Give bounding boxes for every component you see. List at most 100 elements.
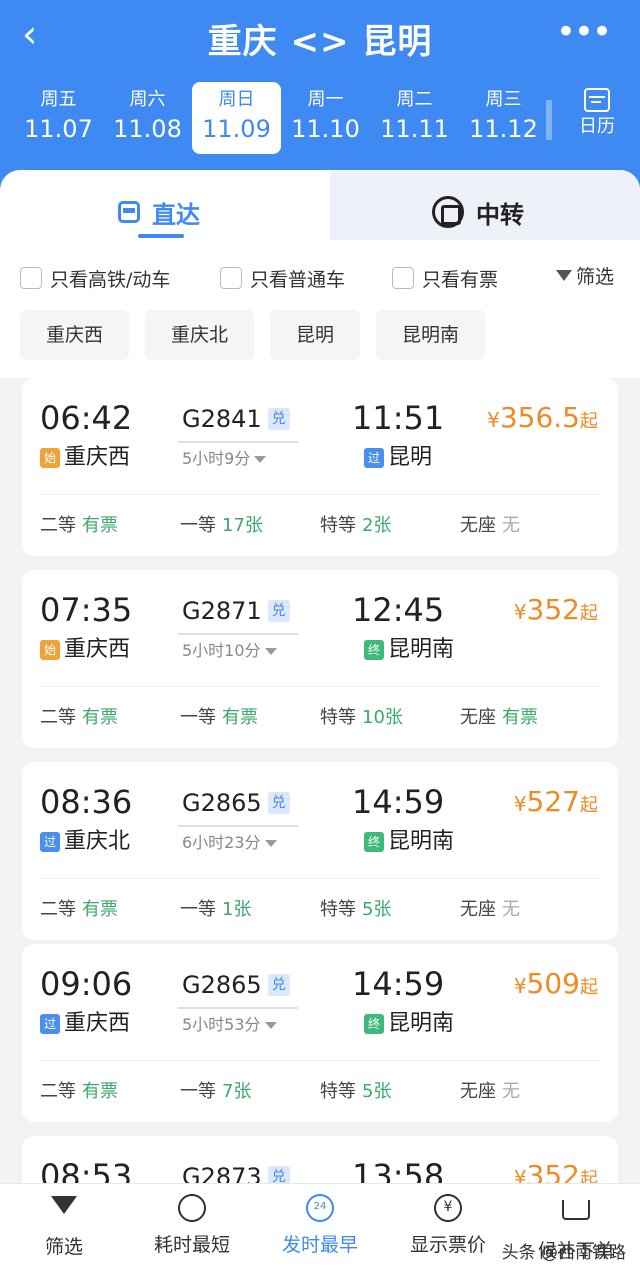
seat-class: 无座无 bbox=[460, 1078, 600, 1106]
price: ¥352起 bbox=[514, 1158, 598, 1183]
seat-class: 特等 10张 bbox=[320, 704, 460, 732]
seat-label: 一等 bbox=[180, 515, 216, 536]
nav-shortest[interactable]: 耗时最短 bbox=[128, 1184, 256, 1273]
duration[interactable]: 6小时23分 bbox=[182, 832, 277, 854]
seat-label: 一等 bbox=[180, 899, 216, 920]
train-number: G2865 兑 bbox=[182, 968, 290, 1002]
watermark: 头条 @西南铁路 bbox=[501, 1243, 626, 1263]
duration-line bbox=[178, 825, 298, 827]
seat-class: 二等 有票 bbox=[40, 704, 180, 732]
train-card[interactable]: 08:36 G2865 兑 6小时23分 14:59 过 重庆北 终 昆明南 ¥… bbox=[22, 762, 618, 940]
funnel-icon bbox=[49, 1196, 79, 1226]
arrival-station: 终 昆明南 bbox=[364, 1008, 454, 1040]
seat-status: 无 bbox=[502, 515, 520, 536]
station-chip[interactable]: 重庆西 bbox=[20, 310, 130, 360]
seat-status: 5张 bbox=[362, 1081, 392, 1102]
price: ¥356.5起 bbox=[487, 400, 598, 440]
filter-button[interactable]: 筛选 bbox=[555, 262, 614, 289]
seat-label: 二等 bbox=[40, 707, 76, 728]
filter-available[interactable]: 只看有票 bbox=[392, 265, 498, 292]
calendar-label: 日历 bbox=[579, 116, 615, 137]
station-chip[interactable]: 重庆北 bbox=[145, 310, 255, 360]
tab-transfer-label: 中转 bbox=[476, 200, 524, 229]
nav-label: 显示票价 bbox=[409, 1234, 486, 1256]
redeem-badge: 兑 bbox=[267, 792, 290, 814]
redeem-badge: 兑 bbox=[267, 1166, 290, 1183]
date-item[interactable]: 周六 11.08 bbox=[103, 82, 192, 154]
station-name: 重庆西 bbox=[64, 637, 131, 662]
date-weekday: 周五 bbox=[40, 89, 77, 110]
date-value: 11.07 bbox=[24, 115, 93, 143]
price: ¥527起 bbox=[514, 784, 598, 824]
date-item[interactable]: 周五 11.07 bbox=[14, 82, 103, 154]
checkbox[interactable] bbox=[220, 267, 242, 289]
date-value: 11.08 bbox=[113, 115, 182, 143]
train-number: G2865 兑 bbox=[182, 786, 290, 820]
filter-high-speed[interactable]: 只看高铁/动车 bbox=[20, 265, 220, 292]
seat-label: 特等 bbox=[320, 707, 356, 728]
price-suffix: 起 bbox=[580, 977, 598, 998]
more-icon[interactable]: ••• bbox=[556, 12, 612, 52]
seat-status: 2张 bbox=[362, 515, 392, 536]
date-weekday: 周二 bbox=[396, 89, 433, 110]
checkbox[interactable] bbox=[20, 267, 42, 289]
date-item[interactable]: 周日 11.09 bbox=[192, 82, 281, 154]
tab-transfer[interactable]: 中转 bbox=[432, 192, 524, 232]
duration[interactable]: 5小时53分 bbox=[182, 1014, 277, 1036]
seat-status: 有票 bbox=[222, 707, 258, 728]
seat-class: 特等 2张 bbox=[320, 512, 460, 540]
price-value: 356.5 bbox=[499, 401, 580, 434]
station-name: 昆明南 bbox=[388, 829, 455, 854]
seat-label: 一等 bbox=[180, 1081, 216, 1102]
calendar-button[interactable]: 日历 bbox=[572, 88, 622, 140]
station-name: 重庆西 bbox=[64, 1011, 131, 1036]
train-number-text: G2865 bbox=[182, 971, 262, 999]
divider bbox=[40, 878, 600, 879]
checkbox[interactable] bbox=[392, 267, 414, 289]
cart-icon bbox=[561, 1200, 591, 1230]
date-weekday: 周六 bbox=[129, 89, 166, 110]
funnel-icon bbox=[555, 270, 572, 281]
tab-direct[interactable]: 直达 bbox=[118, 192, 200, 232]
station-tag: 过 bbox=[364, 448, 384, 468]
seat-label: 无座 bbox=[460, 1081, 496, 1102]
seat-class: 无座 有票 bbox=[460, 704, 600, 732]
departure-time: 09:06 bbox=[40, 965, 133, 1003]
nav-filter[interactable]: 筛选 bbox=[0, 1184, 128, 1273]
seat-availability: 二等 有票 一等 17张 特等 2张 无座无 bbox=[40, 512, 600, 540]
train-list: 06:42 G2841 兑 5小时9分 11:51 始 重庆西 过 昆明 ¥35… bbox=[0, 378, 640, 1183]
arrival-time: 13:58 bbox=[352, 1157, 445, 1183]
departure-station: 始 重庆西 bbox=[40, 442, 130, 474]
date-item[interactable]: 周一 11.10 bbox=[281, 82, 370, 154]
nav-earliest[interactable]: 24 发时最早 bbox=[256, 1184, 384, 1273]
seat-class: 二等 有票 bbox=[40, 896, 180, 924]
date-item[interactable]: 周二 11.11 bbox=[370, 82, 459, 154]
divider bbox=[40, 494, 600, 495]
departure-time: 06:42 bbox=[40, 399, 133, 437]
duration[interactable]: 5小时9分 bbox=[182, 448, 267, 470]
filter-regular[interactable]: 只看普通车 bbox=[220, 265, 392, 292]
duration-line bbox=[178, 1007, 298, 1009]
date-item[interactable]: 周三 11.12 bbox=[459, 82, 548, 154]
train-card[interactable]: 07:35 G2871 兑 5小时10分 12:45 始 重庆西 终 昆明南 ¥… bbox=[22, 570, 618, 748]
yen-icon: ¥ bbox=[433, 1194, 463, 1224]
station-name: 昆明南 bbox=[388, 1011, 455, 1036]
duration[interactable]: 5小时10分 bbox=[182, 640, 277, 662]
station-chip[interactable]: 昆明南 bbox=[376, 310, 486, 360]
train-card[interactable]: 06:42 G2841 兑 5小时9分 11:51 始 重庆西 过 昆明 ¥35… bbox=[22, 378, 618, 556]
seat-label: 特等 bbox=[320, 899, 356, 920]
station-name: 重庆北 bbox=[64, 829, 131, 854]
seat-status: 1张 bbox=[222, 899, 252, 920]
station-chip[interactable]: 昆明 bbox=[270, 310, 361, 360]
seat-status: 有票 bbox=[82, 899, 118, 920]
nav-show-price[interactable]: ¥ 显示票价 bbox=[384, 1184, 512, 1273]
date-divider bbox=[546, 100, 552, 140]
seat-availability: 二等 有票 一等 7张 特等 5张 无座无 bbox=[40, 1078, 600, 1106]
currency-symbol: ¥ bbox=[513, 974, 527, 998]
seat-label: 特等 bbox=[320, 515, 356, 536]
seat-class: 一等 17张 bbox=[180, 512, 320, 540]
seat-label: 二等 bbox=[40, 515, 76, 536]
train-card[interactable]: 09:06 G2865 兑 5小时53分 14:59 过 重庆西 终 昆明南 ¥… bbox=[22, 944, 618, 1122]
date-weekday: 周三 bbox=[485, 89, 522, 110]
train-card[interactable]: 08:53 G2873 兑 13:58 ¥352起 bbox=[22, 1136, 618, 1183]
